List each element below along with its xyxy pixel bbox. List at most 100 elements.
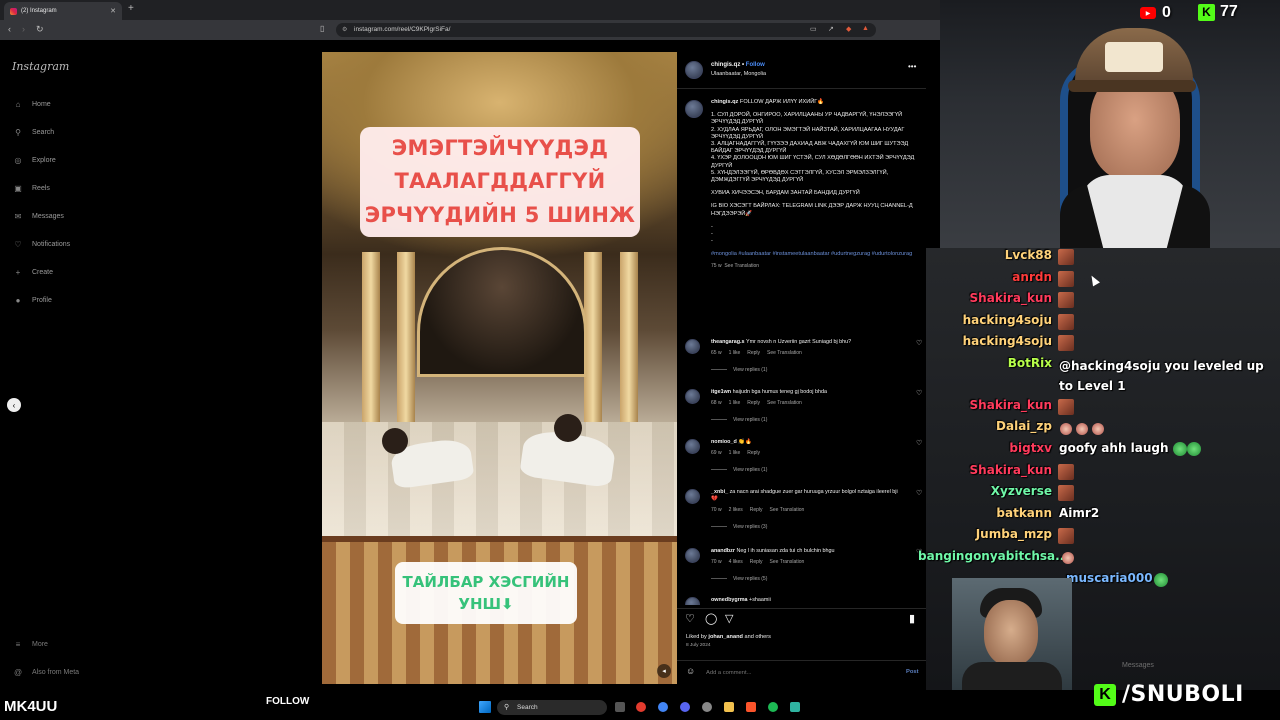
sidebar-item-profile[interactable]: ● Profile [12, 296, 52, 305]
comment-username[interactable]: nomioo_d [711, 439, 737, 445]
post-location[interactable]: Ulaanbaatar, Mongolia [711, 71, 766, 77]
kick-logo-icon: K [1094, 683, 1116, 706]
sidebar-item-also-from-meta[interactable]: @ Also from Meta [12, 668, 79, 677]
screen-cast-icon[interactable]: ▭ [810, 25, 817, 33]
close-tab-icon[interactable]: ✕ [110, 7, 116, 15]
comment-username[interactable]: ownedbygrma [711, 597, 748, 603]
emoji-icon[interactable]: ☺ [686, 666, 695, 676]
commenter-avatar[interactable] [685, 339, 700, 354]
reply-link[interactable]: Reply [750, 559, 763, 565]
reel-video[interactable]: ЭМЭГТЭЙЧҮҮДЭД ТААЛАГДДАГГҮЙ ЭРЧҮҮДИЙН 5 … [322, 52, 677, 684]
see-translation-link[interactable]: See Translation [767, 350, 802, 356]
chrome-icon[interactable] [658, 702, 668, 712]
sidebar-item-search[interactable]: ⚲ Search [12, 128, 54, 137]
new-tab-icon[interactable]: + [128, 3, 134, 14]
caption-dash: - [711, 223, 713, 230]
chat-username: Shakira_kun [969, 463, 1052, 477]
comment-likes[interactable]: 1 like [729, 450, 741, 456]
liked-by-suffix[interactable]: and others [744, 634, 770, 640]
discord-icon[interactable] [680, 702, 690, 712]
reply-link[interactable]: Reply [747, 400, 760, 406]
back-arrow-icon[interactable]: ‹ [8, 24, 11, 34]
sidebar-item-more[interactable]: ≡ More [12, 640, 48, 649]
commenter-avatar[interactable] [685, 548, 700, 563]
spotify-icon[interactable] [768, 702, 778, 712]
comment-likes[interactable]: 1 like [729, 350, 741, 356]
comment-username[interactable]: _xnbi_ [711, 489, 728, 495]
share-icon[interactable]: ↗ [828, 25, 834, 33]
comment-username[interactable]: itge1wn [711, 389, 731, 395]
comment-likes[interactable]: 4 likes [729, 559, 743, 565]
commenter-avatar[interactable] [685, 597, 700, 605]
author-avatar[interactable] [685, 61, 703, 79]
windows-start-icon[interactable] [479, 701, 491, 713]
comment-likes[interactable]: 1 like [729, 400, 741, 406]
caption-username[interactable]: chingis.qz [711, 99, 738, 105]
more-options-icon[interactable]: ••• [908, 62, 916, 71]
comment-username[interactable]: anandbzr [711, 548, 735, 554]
task-view-icon[interactable] [615, 702, 625, 712]
like-heart-icon[interactable]: ♡ [685, 612, 695, 625]
caption-avatar[interactable] [685, 100, 703, 118]
comment-like-heart-icon[interactable]: ♡ [916, 439, 922, 447]
view-replies-link[interactable]: View replies (5) [733, 576, 767, 582]
follow-button[interactable]: Follow [746, 62, 765, 68]
brave-shield-icon[interactable]: ◆ [846, 25, 851, 33]
sidebar-item-messages[interactable]: ✉ Messages [12, 212, 64, 221]
brave-icon[interactable] [746, 702, 756, 712]
see-translation-link[interactable]: See Translation [767, 400, 802, 406]
liked-by-user[interactable]: johan_anand [708, 634, 743, 640]
settings-gear-icon[interactable] [702, 702, 712, 712]
comment-like-heart-icon[interactable]: ♡ [916, 339, 922, 347]
instagram-logo[interactable]: Instagram [12, 60, 69, 73]
chat-username: bangingonyabitchsa... [918, 549, 1069, 563]
sidebar-item-explore[interactable]: ◎ Explore [12, 156, 56, 165]
see-translation-link[interactable]: See Translation [770, 507, 805, 513]
chat-emote-icon [1062, 551, 1074, 564]
site-info-icon[interactable]: ⚙ [342, 26, 347, 33]
save-bookmark-icon[interactable]: ▮ [909, 612, 915, 625]
sidebar-item-reels[interactable]: ▣ Reels [12, 184, 50, 193]
view-replies-link[interactable]: View replies (1) [733, 367, 767, 373]
previous-post-button[interactable]: ‹ [7, 398, 21, 412]
url-field[interactable]: ⚙ instagram.com/reel/C9KPlgrSiFa/ [336, 23, 876, 37]
bookmark-icon[interactable]: ▯ [320, 24, 324, 33]
commenter-avatar[interactable] [685, 489, 700, 504]
reply-link[interactable]: Reply [747, 350, 760, 356]
rewards-icon[interactable]: ▲ [862, 25, 869, 32]
commenter-avatar[interactable] [685, 439, 700, 454]
sidebar-item-home[interactable]: ⌂ Home [12, 100, 51, 109]
commenter-avatar[interactable] [685, 389, 700, 404]
reply-link[interactable]: Reply [750, 507, 763, 513]
comment-likes[interactable]: 2 likes [729, 507, 743, 513]
comment-username[interactable]: theangarag.s [711, 339, 745, 345]
forward-arrow-icon[interactable]: › [22, 24, 25, 34]
sidebar-item-notifications[interactable]: ♡ Notifications [12, 240, 70, 249]
reply-link[interactable]: Reply [747, 450, 760, 456]
app-icon[interactable] [790, 702, 800, 712]
taskbar-search[interactable]: ⚲ Search [497, 700, 607, 715]
comment-bubble-icon[interactable]: ◯ [705, 612, 717, 625]
author-username[interactable]: chingis.qz [711, 62, 740, 68]
post-comment-button[interactable]: Post [906, 669, 919, 675]
reload-icon[interactable]: ↻ [36, 24, 44, 35]
messages-dock-label[interactable]: Messages [1122, 662, 1154, 669]
see-translation-link[interactable]: See Translation [724, 263, 759, 269]
file-explorer-icon[interactable] [724, 702, 734, 712]
browser-tab[interactable]: (2) Instagram ✕ [4, 2, 122, 20]
opera-icon[interactable] [636, 702, 646, 712]
mute-button[interactable]: ◂ [657, 664, 671, 678]
post-actions: ♡ ◯ ▽ ▮ [685, 612, 921, 626]
view-replies-link[interactable]: View replies (1) [733, 417, 767, 423]
caption-hashtags[interactable]: #mongolia #ulaanbaatar #instameetulaanba… [711, 251, 921, 258]
view-replies-link[interactable]: View replies (1) [733, 467, 767, 473]
sidebar-item-label: Messages [32, 213, 64, 220]
sidebar-item-create[interactable]: + Create [12, 268, 53, 277]
comment-like-heart-icon[interactable]: ♡ [916, 389, 922, 397]
chat-emote-icon [1154, 572, 1168, 587]
add-comment-input[interactable] [706, 668, 886, 678]
see-translation-link[interactable]: See Translation [770, 559, 805, 565]
view-replies-link[interactable]: View replies (3) [733, 524, 767, 530]
share-paper-plane-icon[interactable]: ▽ [725, 612, 733, 625]
comment-like-heart-icon[interactable]: ♡ [916, 489, 922, 497]
